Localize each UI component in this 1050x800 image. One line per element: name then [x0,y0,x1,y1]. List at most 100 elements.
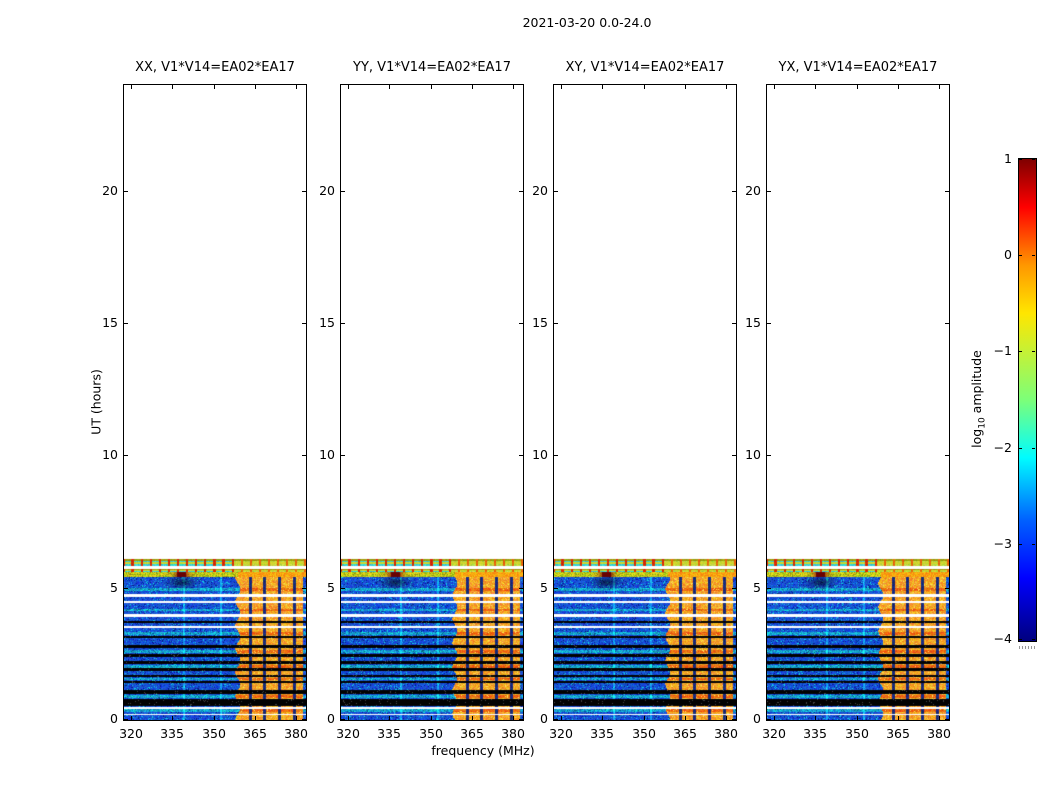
y-tick-label: 5 [303,580,335,595]
panel-title-xx: XX, V1*V14=EA02*EA17 [123,60,307,78]
axis-tick [561,85,562,89]
axis-tick [554,719,558,720]
y-tick-label: 15 [729,315,761,330]
axis-tick [341,588,345,589]
axis-tick [513,85,514,89]
axis-tick [685,716,686,720]
x-tick-label: 350 [837,726,877,741]
axis-tick [939,716,940,720]
y-tick-label: 10 [86,447,118,462]
axis-tick [898,716,899,720]
axis-tick [341,719,345,720]
y-tick-label: 15 [303,315,335,330]
axis-tick [685,85,686,89]
axis-tick [172,716,173,720]
y-axis-label-text: UT (hours) [89,369,104,435]
x-tick-label: 320 [111,726,151,741]
axis-tick [945,719,949,720]
colorbar-tick [1019,351,1022,352]
y-tick-label: 0 [303,711,335,726]
axis-tick [898,85,899,89]
colorbar-tick-label: −4 [982,632,1012,646]
axis-tick [124,719,128,720]
y-tick-label: 0 [729,711,761,726]
axis-tick [172,85,173,89]
y-tick-label: 15 [86,315,118,330]
axis-tick [602,85,603,89]
y-tick-label: 15 [516,315,548,330]
panel-title-yy: YY, V1*V14=EA02*EA17 [340,60,524,78]
axis-tick [774,716,775,720]
axis-tick [124,191,128,192]
x-axis-label: frequency (MHz) [383,743,583,759]
colorbar-tick [1019,639,1022,640]
y-tick-label: 20 [516,183,548,198]
axis-tick [554,323,558,324]
x-tick-label: 380 [276,726,316,741]
axis-tick [774,85,775,89]
axis-tick [939,85,940,89]
axis-tick [513,716,514,720]
panel-xx [123,84,307,721]
spectrogram-canvas-yy [341,85,523,720]
spectrogram-canvas-yx [767,85,949,720]
axis-tick [255,716,256,720]
axis-tick [554,191,558,192]
colorbar-tick [1032,159,1035,160]
axis-tick [341,323,345,324]
axis-tick [726,85,727,89]
axis-tick [124,455,128,456]
colorbar-label-text: log10 amplitude [969,350,988,448]
x-tick-label: 335 [795,726,835,741]
axis-tick [767,191,771,192]
axis-tick [767,455,771,456]
colorbar-tick [1019,448,1022,449]
panel-title-yx: YX, V1*V14=EA02*EA17 [766,60,950,78]
axis-tick [389,716,390,720]
axis-tick [554,455,558,456]
y-tick-label: 10 [303,447,335,462]
colorbar-tick [1032,351,1035,352]
y-tick-label: 5 [729,580,761,595]
axis-tick [348,716,349,720]
axis-tick [431,716,432,720]
axis-tick [815,85,816,89]
y-tick-label: 20 [729,183,761,198]
y-tick-label: 20 [303,183,335,198]
x-tick-label: 365 [235,726,275,741]
axis-tick [602,716,603,720]
colorbar-tick [1032,544,1035,545]
axis-tick [214,85,215,89]
colorbar-tick [1019,255,1022,256]
axis-tick [945,455,949,456]
axis-tick [296,716,297,720]
panel-yx [766,84,950,721]
colorbar-tick [1019,159,1022,160]
axis-tick [767,588,771,589]
colorbar-tick-label: 0 [982,248,1012,262]
x-tick-label: 350 [624,726,664,741]
colorbar-gradient [1018,158,1037,642]
x-tick-label: 335 [582,726,622,741]
axis-tick [296,85,297,89]
x-tick-label: 380 [493,726,533,741]
axis-tick [341,191,345,192]
figure: 2021-03-20 0.0-24.0 XX, V1*V14=EA02*EA17… [0,0,1050,800]
axis-tick [554,588,558,589]
y-tick-label: 0 [86,711,118,726]
x-tick-label: 365 [878,726,918,741]
y-tick-label: 5 [86,580,118,595]
colorbar-tick [1032,639,1035,640]
x-tick-label: 350 [194,726,234,741]
axis-tick [857,716,858,720]
axis-tick [348,85,349,89]
axis-tick [131,85,132,89]
panel-title-xy: XY, V1*V14=EA02*EA17 [553,60,737,78]
axis-tick [255,85,256,89]
figure-title: 2021-03-20 0.0-24.0 [123,15,1050,33]
y-tick-label: 20 [86,183,118,198]
axis-tick [131,716,132,720]
axis-tick [767,719,771,720]
axis-tick [726,716,727,720]
axis-tick [214,716,215,720]
